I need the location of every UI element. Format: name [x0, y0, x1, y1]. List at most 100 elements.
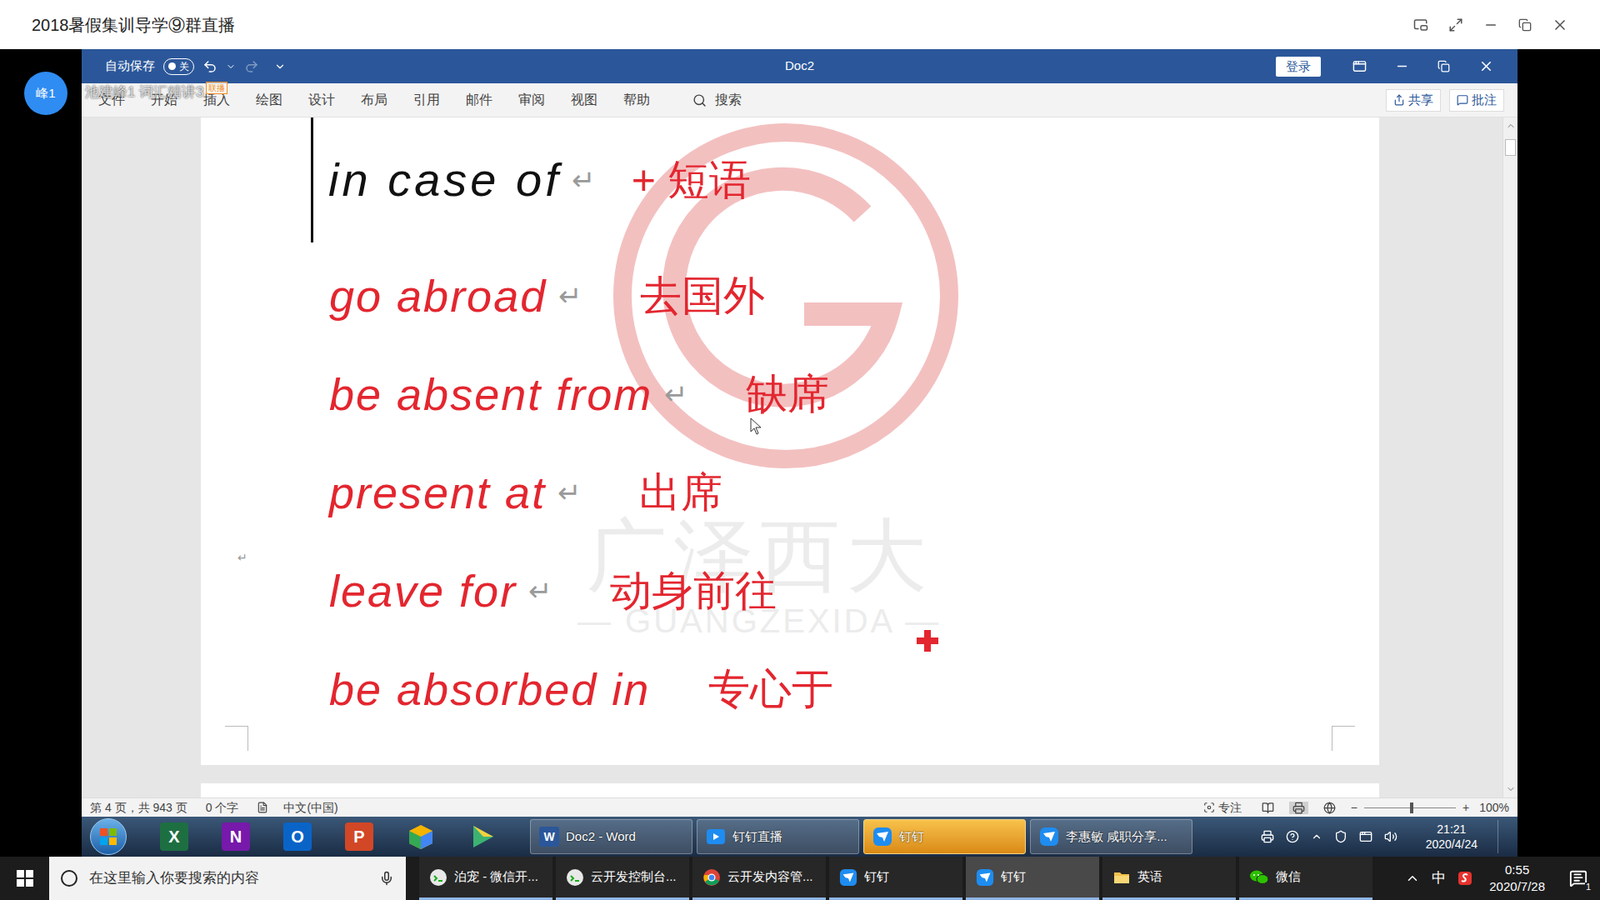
- pip-icon[interactable]: [1413, 17, 1429, 33]
- ribbon-tab[interactable]: 引用: [413, 90, 440, 110]
- mic-icon[interactable]: [379, 870, 395, 886]
- pinned-app[interactable]: X: [160, 822, 189, 851]
- ribbon-tabs: 文件开始插入绘图设计布局引用邮件审阅视图帮助搜索共享批注池建峰1 词汇精讲3联播: [81, 83, 1518, 118]
- start-button[interactable]: [0, 856, 50, 900]
- minimize-icon[interactable]: [1395, 59, 1410, 74]
- scroll-thumb[interactable]: [1505, 139, 1516, 156]
- taskbar-window-button[interactable]: 钉钉直播: [696, 819, 860, 855]
- live-icon: [705, 826, 726, 847]
- chrome-icon: [702, 868, 721, 887]
- undo-icon[interactable]: [202, 59, 218, 75]
- ribbon-tab[interactable]: 帮助: [623, 90, 650, 110]
- zoom-out[interactable]: −: [1350, 799, 1358, 817]
- restore-icon[interactable]: [1518, 18, 1532, 32]
- package-icon[interactable]: [406, 822, 435, 851]
- zoom-slider[interactable]: [1364, 807, 1456, 809]
- focus-button[interactable]: 专注: [1203, 799, 1242, 817]
- media-player-icon[interactable]: [468, 822, 497, 851]
- pinned-app[interactable]: P: [345, 822, 374, 851]
- windows-logo-icon: [99, 827, 118, 846]
- comments-button[interactable]: 批注: [1449, 89, 1505, 112]
- login-button[interactable]: 登录: [1275, 56, 1321, 77]
- inner-clock[interactable]: 21:212020/4/24: [1425, 821, 1478, 852]
- note-line: present at↵出席: [310, 443, 1380, 542]
- outer-taskbar: 在这里输入你要搜索的内容泊宠 - 微信开...云开发控制台...云开发内容管..…: [0, 856, 1600, 900]
- note-line: leave for↵动身前往: [310, 541, 1380, 640]
- scroll-up-icon[interactable]: [1505, 120, 1516, 131]
- stream-overlay: 池建峰1 词汇精讲3联播: [85, 81, 228, 104]
- zoom-in[interactable]: +: [1462, 799, 1470, 817]
- ribbon-tab[interactable]: 视图: [570, 90, 598, 110]
- taskbar-app[interactable]: 云开发内容管...: [692, 856, 826, 900]
- ribbon-tab[interactable]: 布局: [360, 90, 388, 110]
- help-icon[interactable]: [1285, 830, 1300, 844]
- focus-icon: [1203, 801, 1215, 814]
- close-icon[interactable]: [1478, 58, 1495, 75]
- print-layout-icon[interactable]: [1292, 801, 1305, 815]
- tray-expand-icon[interactable]: [1310, 830, 1323, 843]
- read-mode-icon[interactable]: [1261, 801, 1275, 815]
- left-strip: 峰1: [0, 49, 82, 857]
- proofing-icon[interactable]: [256, 801, 269, 814]
- taskbar-app[interactable]: 云开发控制台...: [555, 856, 690, 900]
- zoom-level[interactable]: 100%: [1479, 799, 1510, 817]
- minimize-icon[interactable]: [1483, 17, 1499, 33]
- fullscreen-icon[interactable]: [1448, 17, 1464, 33]
- note-line: be absent from↵缺席: [310, 345, 1380, 444]
- word-icon: W: [539, 826, 560, 847]
- avatar[interactable]: 峰1: [24, 71, 68, 115]
- right-strip: [1517, 49, 1600, 857]
- mouse-cursor-icon: [750, 417, 764, 436]
- taskbar-window-button[interactable]: 李惠敏 咸职分享...: [1030, 819, 1193, 855]
- ribbon-display-icon[interactable]: [1352, 59, 1367, 74]
- dingtalk-icon: [975, 868, 995, 887]
- ribbon-tab[interactable]: 审阅: [518, 90, 545, 110]
- corner-mark: [225, 725, 249, 751]
- volume-icon[interactable]: [1384, 830, 1398, 844]
- word-title-bar: 自动保存关Doc2登录: [81, 49, 1518, 84]
- ribbon-tab[interactable]: 设计: [308, 90, 335, 110]
- language[interactable]: 中文(中国): [283, 799, 338, 817]
- taskbar-app[interactable]: 泊宠 - 微信开...: [419, 856, 553, 900]
- autosave-toggle[interactable]: 关: [163, 58, 195, 75]
- security-icon[interactable]: [1334, 830, 1348, 844]
- note-english: leave for: [329, 568, 517, 614]
- page-count[interactable]: 第 4 页，共 943 页: [90, 799, 188, 817]
- share-button[interactable]: 共享: [1385, 89, 1441, 112]
- word-count[interactable]: 0 个字: [205, 799, 240, 817]
- sogou-icon[interactable]: [1457, 870, 1473, 886]
- taskbar-app[interactable]: 钉钉: [829, 856, 963, 900]
- notification-center[interactable]: 1: [1561, 856, 1595, 900]
- search-box[interactable]: 搜索: [692, 90, 742, 110]
- taskbar-search[interactable]: 在这里输入你要搜索的内容: [49, 856, 406, 900]
- undo-menu-icon[interactable]: [225, 61, 236, 72]
- close-icon[interactable]: [1551, 16, 1569, 34]
- scroll-down-icon[interactable]: [1505, 784, 1516, 795]
- dingtalk-icon: [872, 826, 893, 847]
- network-icon[interactable]: [1359, 830, 1373, 844]
- search-icon: [692, 93, 707, 108]
- restore-icon[interactable]: [1437, 60, 1450, 73]
- pinned-app[interactable]: O: [283, 822, 312, 851]
- taskbar-window-button[interactable]: 钉钉: [863, 819, 1026, 855]
- taskbar-window-button[interactable]: WDoc2 - Word: [530, 819, 693, 855]
- document-page[interactable]: 广泽西大— GUANGZEXIDA —in case of↵+ 短语go abr…: [200, 117, 1380, 765]
- taskbar-app[interactable]: 微信: [1239, 856, 1373, 900]
- ime-indicator[interactable]: 中: [1431, 867, 1446, 890]
- pinned-app[interactable]: N: [221, 822, 250, 851]
- start-orb[interactable]: [90, 818, 127, 855]
- customize-icon[interactable]: [274, 60, 286, 73]
- dingtalk-icon: [1039, 826, 1060, 847]
- tray-icon[interactable]: [1260, 830, 1275, 844]
- ribbon-tab[interactable]: 绘图: [255, 90, 283, 110]
- overlay-badge: 联播: [205, 81, 228, 95]
- ribbon-tab[interactable]: 邮件: [465, 90, 493, 110]
- taskbar-app[interactable]: 钉钉: [965, 856, 1100, 900]
- tray-expand-icon[interactable]: [1405, 870, 1420, 886]
- note-chinese: 专心于: [708, 668, 834, 710]
- show-desktop[interactable]: [1497, 820, 1510, 854]
- outer-clock[interactable]: 0:552020/7/28: [1489, 861, 1545, 895]
- web-layout-icon[interactable]: [1323, 801, 1336, 815]
- scrollbar[interactable]: [1502, 117, 1518, 798]
- taskbar-app[interactable]: 英语: [1102, 856, 1236, 900]
